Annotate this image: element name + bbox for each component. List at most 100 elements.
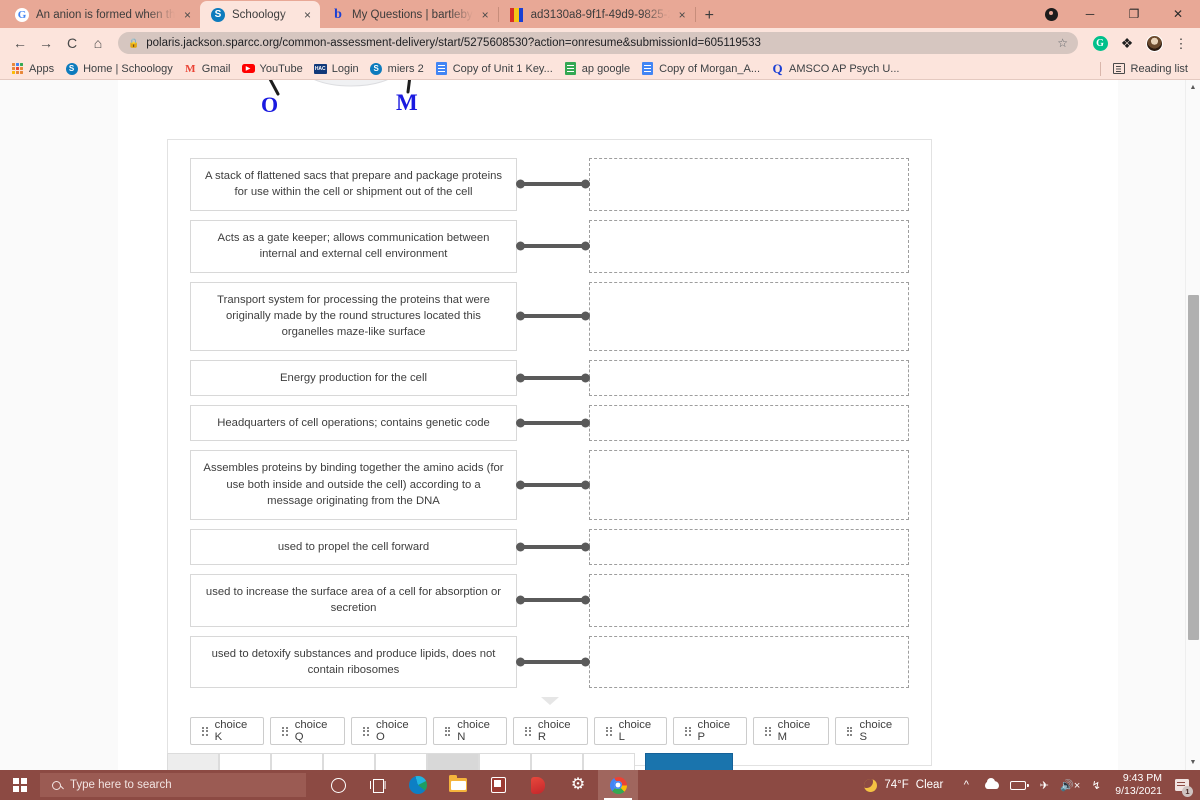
answer-dropzone[interactable]	[589, 450, 909, 520]
chrome-icon[interactable]	[598, 770, 638, 800]
answer-dropzone[interactable]	[589, 528, 909, 565]
start-button[interactable]	[0, 770, 40, 800]
drag-handle-icon[interactable]	[363, 726, 369, 736]
choice-chip[interactable]: choice L	[593, 717, 667, 746]
edge-icon[interactable]	[398, 770, 438, 800]
choice-chip[interactable]: choice M	[753, 717, 829, 746]
taskbar-search-input[interactable]: Type here to search	[40, 773, 306, 797]
next-button[interactable]	[645, 753, 733, 770]
prompt-text[interactable]: Energy production for the cell	[190, 359, 517, 396]
prompt-text[interactable]: Acts as a gate keeper; allows communicat…	[190, 219, 517, 273]
extensions-puzzle-icon[interactable]: ❖	[1116, 32, 1138, 54]
notification-center-button[interactable]: 1	[1170, 770, 1194, 800]
tab-close-button[interactable]: ×	[182, 9, 193, 21]
file-explorer-icon[interactable]	[438, 770, 478, 800]
bookmark-miers-2[interactable]: S miers 2	[367, 62, 432, 75]
pagination-cell[interactable]	[167, 753, 219, 770]
new-tab-button[interactable]: +	[696, 8, 723, 24]
choice-chip[interactable]: choice K	[190, 717, 265, 746]
prompt-text[interactable]: A stack of flattened sacs that prepare a…	[190, 158, 517, 211]
prompt-text[interactable]: Assembles proteins by binding together t…	[190, 450, 517, 520]
answer-dropzone[interactable]	[589, 281, 909, 351]
task-view-icon[interactable]	[358, 770, 398, 800]
pagination-cell-current[interactable]	[427, 753, 479, 770]
settings-gear-icon[interactable]: ⚙	[558, 770, 598, 800]
drag-handle-icon[interactable]	[684, 726, 691, 736]
back-button[interactable]: ←	[8, 31, 32, 55]
prompt-text[interactable]: used to increase the surface area of a c…	[190, 573, 517, 627]
cloud-icon[interactable]	[979, 770, 1005, 800]
battery-icon[interactable]	[1005, 770, 1031, 800]
scrollbar-thumb[interactable]	[1188, 295, 1199, 640]
office-icon[interactable]	[518, 770, 558, 800]
answer-dropzone[interactable]	[589, 573, 909, 627]
pagination-cell[interactable]	[479, 753, 531, 770]
pagination-cell[interactable]	[531, 753, 583, 770]
drag-handle-icon[interactable]	[846, 726, 853, 736]
tab-close-button[interactable]: ×	[677, 9, 688, 21]
answer-dropzone[interactable]	[589, 359, 909, 396]
bookmark-copy-of-morgan[interactable]: Copy of Morgan_A...	[638, 62, 768, 75]
bookmark-login[interactable]: HAC Login	[311, 62, 367, 75]
volume-mute-icon[interactable]: 🔊×	[1057, 770, 1083, 800]
choice-chip[interactable]: choice P	[672, 717, 748, 746]
drag-handle-icon[interactable]	[444, 726, 451, 736]
forward-button[interactable]: →	[34, 31, 58, 55]
scroll-up-arrow-icon[interactable]: ▲	[1186, 80, 1200, 95]
drag-handle-icon[interactable]	[525, 726, 531, 736]
microsoft-store-icon[interactable]	[478, 770, 518, 800]
taskbar-clock[interactable]: 9:43 PM 9/13/2021	[1109, 772, 1170, 798]
choice-chip[interactable]: choice N	[432, 717, 508, 746]
address-bar[interactable]: 🔒 polaris.jackson.sparcc.org/common-asse…	[118, 32, 1078, 54]
home-button[interactable]: ⌂	[86, 31, 110, 55]
pagination-cell[interactable]	[323, 753, 375, 770]
choice-chip[interactable]: choice O	[351, 717, 427, 746]
bookmark-gmail[interactable]: M Gmail	[181, 62, 239, 75]
pagination-cell[interactable]	[219, 753, 271, 770]
browser-tab-2[interactable]: b My Questions | bartleby ×	[320, 1, 498, 28]
bookmark-youtube[interactable]: ▶ YouTube	[239, 62, 311, 75]
prompt-text[interactable]: Headquarters of cell operations; contain…	[190, 405, 517, 442]
scroll-down-arrow-icon[interactable]: ▼	[1186, 755, 1200, 770]
bookmark-home-schoology[interactable]: S Home | Schoology	[62, 62, 181, 75]
page-scrollbar[interactable]: ▲ ▼	[1185, 80, 1200, 770]
grammarly-extension-icon[interactable]: G	[1089, 32, 1111, 54]
bluetooth-icon[interactable]: ↯	[1083, 770, 1109, 800]
pagination-cell[interactable]	[583, 753, 635, 770]
tab-close-button[interactable]: ×	[302, 9, 313, 21]
tab-close-button[interactable]: ×	[480, 9, 491, 21]
maximize-button[interactable]: ❐	[1112, 0, 1156, 28]
answer-dropzone[interactable]	[589, 219, 909, 273]
drag-handle-icon[interactable]	[282, 726, 288, 736]
browser-tab-3[interactable]: ad3130a8-9f1f-49d9-9825-23be2 ×	[499, 1, 695, 28]
weather-widget[interactable]: 74°F Clear	[860, 778, 953, 792]
answer-dropzone[interactable]	[589, 405, 909, 442]
record-indicator-icon[interactable]	[1034, 0, 1068, 28]
drag-handle-icon[interactable]	[765, 726, 771, 736]
star-icon[interactable]: ☆	[1057, 36, 1068, 50]
profile-avatar[interactable]	[1143, 32, 1165, 54]
chevron-up-icon[interactable]: ^	[953, 770, 979, 800]
prompt-text[interactable]: used to detoxify substances and produce …	[190, 635, 517, 689]
prompt-text[interactable]: Transport system for processing the prot…	[190, 281, 517, 351]
browser-tab-0[interactable]: G An anion is formed when there a ×	[4, 1, 200, 28]
drag-handle-icon[interactable]	[605, 726, 612, 736]
cortana-icon[interactable]	[318, 770, 358, 800]
pagination-cell[interactable]	[375, 753, 427, 770]
reading-list-button[interactable]: Reading list	[1099, 61, 1192, 76]
chrome-menu-icon[interactable]: ⋮	[1170, 32, 1192, 54]
choice-chip[interactable]: choice R	[513, 717, 588, 746]
bookmark-apps[interactable]: Apps	[8, 62, 62, 75]
minimize-button[interactable]: ─	[1068, 0, 1112, 28]
drag-handle-icon[interactable]	[202, 726, 208, 736]
choice-chip[interactable]: choice S	[834, 717, 910, 746]
close-window-button[interactable]: ✕	[1156, 0, 1200, 28]
bookmark-ap-google[interactable]: ap google	[561, 62, 638, 75]
prompt-text[interactable]: used to propel the cell forward	[190, 528, 517, 565]
bookmark-copy-of-unit-1-key[interactable]: Copy of Unit 1 Key...	[432, 62, 561, 75]
network-icon[interactable]: ✈	[1031, 770, 1057, 800]
reload-button[interactable]: C	[60, 31, 84, 55]
answer-dropzone[interactable]	[589, 158, 909, 211]
bookmark-amsco-ap-psych[interactable]: Q AMSCO AP Psych U...	[768, 61, 907, 76]
pagination-cell[interactable]	[271, 753, 323, 770]
